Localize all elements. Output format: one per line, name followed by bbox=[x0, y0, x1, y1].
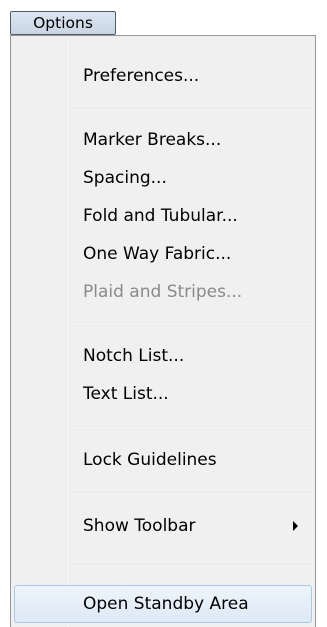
options-dropdown-menu: Preferences... Marker Breaks... Spacing.… bbox=[10, 35, 316, 627]
submenu-arrow-icon bbox=[293, 521, 298, 531]
menu-item-label: One Way Fabric... bbox=[83, 244, 232, 264]
menu-separator bbox=[72, 492, 312, 494]
menu-item-open-standby-area[interactable]: Open Standby Area bbox=[14, 585, 312, 623]
menu-item-marker-breaks[interactable]: Marker Breaks... bbox=[14, 122, 312, 158]
menu-item-label: Notch List... bbox=[83, 346, 185, 366]
menu-item-label: Show Toolbar bbox=[83, 516, 196, 536]
menu-item-label: Lock Guidelines bbox=[83, 450, 217, 470]
menu-separator bbox=[72, 426, 312, 428]
menu-item-label: Open Standby Area bbox=[83, 594, 249, 614]
menu-item-label: Spacing... bbox=[83, 168, 167, 188]
menu-item-fold-and-tubular[interactable]: Fold and Tubular... bbox=[14, 198, 312, 234]
menu-item-plaid-and-stripes: Plaid and Stripes... bbox=[14, 274, 312, 310]
menu-item-label: Plaid and Stripes... bbox=[83, 282, 243, 302]
menu-separator bbox=[72, 322, 312, 324]
menu-item-lock-guidelines[interactable]: Lock Guidelines bbox=[14, 442, 312, 478]
menu-item-label: Preferences... bbox=[83, 66, 200, 86]
menu-item-label: Marker Breaks... bbox=[83, 130, 222, 150]
menu-item-text-list[interactable]: Text List... bbox=[14, 376, 312, 412]
menu-item-label: Text List... bbox=[83, 384, 169, 404]
menu-item-preferences[interactable]: Preferences... bbox=[14, 58, 312, 94]
menu-item-spacing[interactable]: Spacing... bbox=[14, 160, 312, 196]
menu-separator bbox=[72, 108, 312, 110]
options-menu-title[interactable]: Options bbox=[10, 11, 116, 35]
menu-item-one-way-fabric[interactable]: One Way Fabric... bbox=[14, 236, 312, 272]
menu-separator bbox=[72, 564, 312, 566]
menu-item-show-toolbar[interactable]: Show Toolbar bbox=[14, 508, 312, 544]
menu-item-notch-list[interactable]: Notch List... bbox=[14, 338, 312, 374]
menu-item-label: Fold and Tubular... bbox=[83, 206, 238, 226]
